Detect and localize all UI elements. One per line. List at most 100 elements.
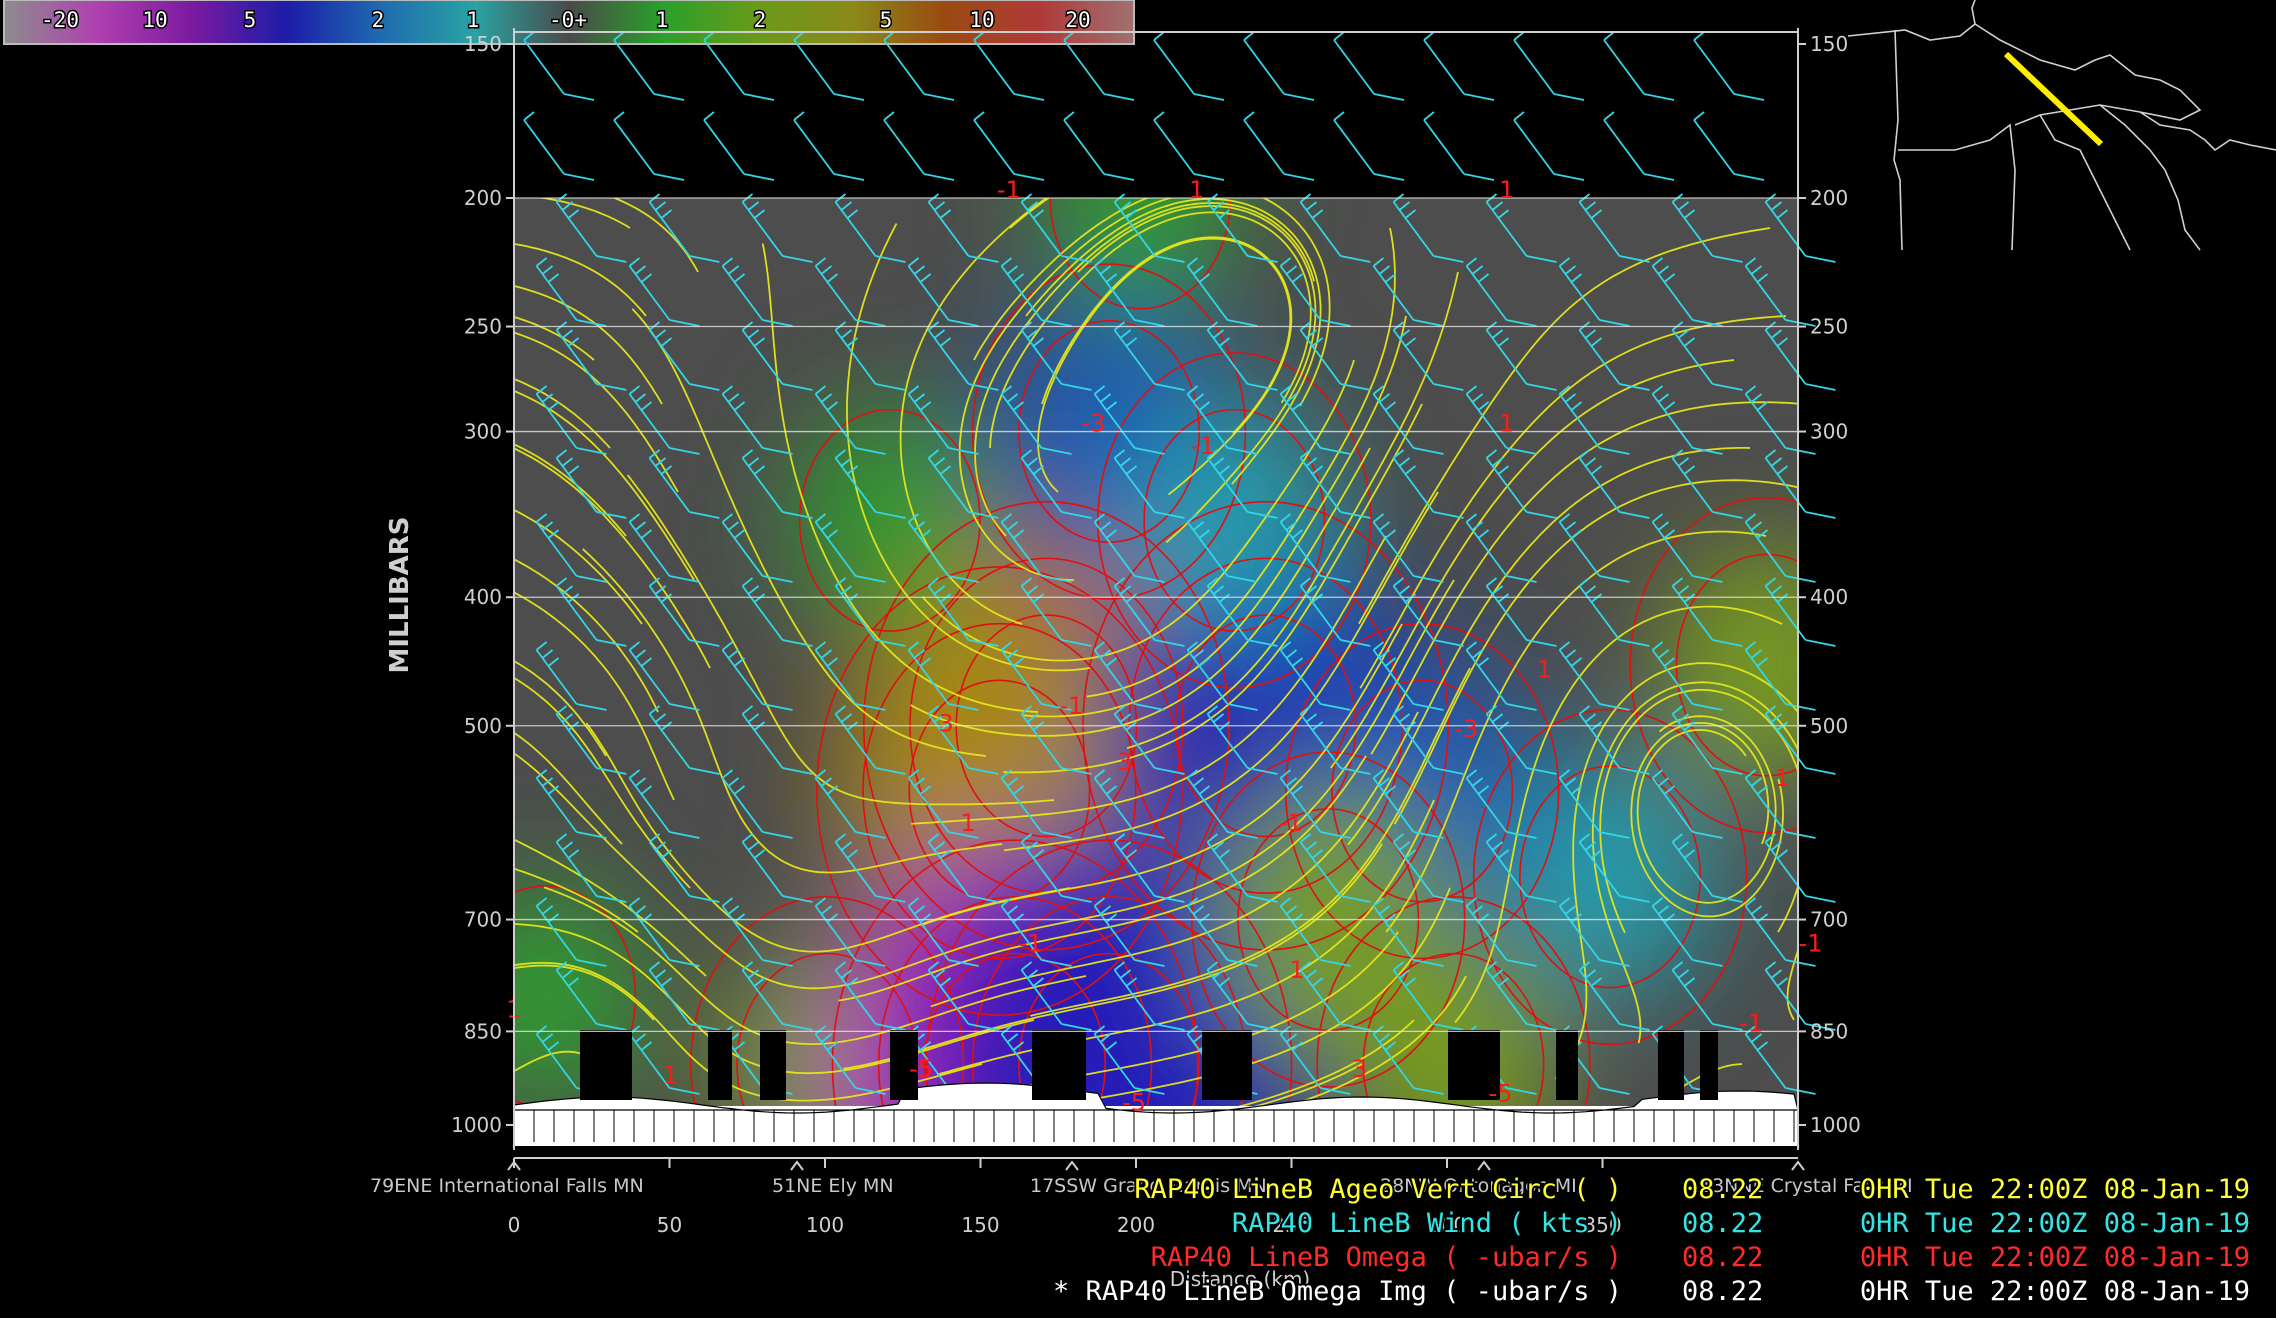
wind-barb [523,111,595,181]
omega-color-bar: -20 10 5 2 1 -0+ 1 2 5 10 20 [3,0,1135,45]
omega-contour-label: -5 [909,1055,933,1083]
omega-contour-label: -1 [997,176,1021,204]
map-lake-huron-shore [2139,111,2276,152]
legend-entry-value: 08.22 [1682,1276,1763,1307]
omega-contour-label: 1 [1189,176,1204,204]
omega-blob [1663,542,1798,788]
omega-contour-label: 3 [1117,748,1132,776]
omega-contour-label: -5 [1122,1088,1146,1116]
legend-entry-name: * RAP40 LineB Omega Img ( -ubar/s ) [1053,1276,1622,1307]
x-tick-label: 150 [961,1213,999,1237]
color-bar-label: 5 [880,8,893,32]
x-tick-label: 200 [1117,1213,1155,1237]
wind-barb [973,111,1045,181]
legend-entry-time: 0HR Tue 22:00Z 08-Jan-19 [1860,1276,2250,1307]
y-axis-title: MILLIBARS [385,516,415,673]
wind-barb [613,111,685,181]
wind-barb [1333,111,1405,181]
color-bar-label: 20 [1065,8,1090,32]
omega-contour-label: -1 [1799,930,1823,958]
y-tick-label-right: 1000 [1810,1113,1861,1137]
legend-entry-name: RAP40 LineB Ageo Vert Circ ( ) [1134,1174,1622,1205]
legend-entry-value: 08.22 [1682,1242,1763,1273]
omega-contour-label: 1 [1499,176,1514,204]
omega-contour-label: -1 [1191,432,1215,460]
color-bar-label: 5 [244,8,257,32]
wind-barb [1153,31,1225,101]
y-tick-label: 200 [464,186,502,210]
y-tick-label-right: 500 [1810,714,1848,738]
color-bar-label: 1 [656,8,669,32]
wind-barb [1423,111,1495,181]
terrain-block [1700,1030,1718,1100]
terrain-block [580,1030,632,1100]
wind-barb [1333,31,1405,101]
x-tick-label: 50 [657,1213,682,1237]
map-lake-michigan-shore [2039,114,2131,251]
y-tick-label: 1000 [451,1113,502,1137]
omega-contour-label: 1 [663,1061,678,1089]
wind-barb [1063,111,1135,181]
y-tick-label-right: 250 [1810,315,1848,339]
legend: RAP40 LineB Ageo Vert Circ ( ) 08.22 0HR T… [1051,1172,2252,1309]
wind-barb [1513,111,1585,181]
omega-contour-label: -1 [1019,930,1043,958]
omega-contour-label: 1 [1289,956,1304,984]
y-tick-label-right: 400 [1810,585,1848,609]
legend-entry-time: 0HR Tue 22:00Z 08-Jan-19 [1860,1208,2250,1239]
wind-barb [1423,31,1495,101]
omega-contour-label: 1 [1775,764,1790,792]
inset-map [1847,0,2276,251]
legend-entry-value: 08.22 [1682,1174,1763,1205]
omega-contour-label: -1 [1739,1009,1763,1037]
terrain-block [1658,1030,1684,1100]
omega-contour-label: 1 [1537,656,1552,684]
wind-barb [1513,31,1585,101]
color-bar-label: 10 [969,8,994,32]
location-label: 79ENE International Falls MN [370,1175,644,1197]
omega-contour-label: -5 [1489,1079,1513,1107]
x-tick-label: 100 [806,1213,844,1237]
omega-contour-label: -3 [1081,410,1105,438]
map-boundary-west [1847,0,1976,41]
omega-contour-label: -3 [1454,715,1478,743]
omega-contour-label: -1 [1279,809,1303,837]
legend-entry-time: 0HR Tue 22:00Z 08-Jan-19 [1860,1174,2250,1205]
y-tick-label: 250 [464,315,502,339]
legend-entry-time: 0HR Tue 22:00Z 08-Jan-19 [1860,1242,2250,1273]
wind-barb [1603,111,1675,181]
wind-barb [1153,111,1225,181]
color-bar-label: 10 [142,8,167,32]
y-tick-label: 850 [464,1019,502,1043]
color-bar-label: -20 [41,8,79,32]
wind-barb [883,111,955,181]
y-tick-label: 400 [464,585,502,609]
wind-barb [703,111,775,181]
color-bar-label: 1 [467,8,480,32]
map-state-line-wi [1898,123,2016,251]
legend-entry-name: RAP40 LineB Omega ( -ubar/s ) [1151,1242,1622,1273]
y-tick-label-right: 700 [1810,908,1848,932]
map-state-line-mn [1893,29,1903,251]
map-lake-superior-shore [1974,23,2202,126]
location-label: 51NE Ely MN [772,1175,894,1197]
color-bar-label: -0+ [549,8,587,32]
location-marker [1477,1160,1491,1171]
y-tick-label-right: 200 [1810,186,1848,210]
y-tick-label: 150 [464,32,502,56]
y-tick-label-right: 850 [1810,1019,1848,1043]
omega-contour-label: 3 [939,709,954,737]
omega-contour-label: 1 [1499,410,1514,438]
terrain-block [1202,1030,1252,1100]
location-marker [790,1160,804,1171]
legend-entry-value: 08.22 [1682,1208,1763,1239]
color-bar-label: 2 [372,8,385,32]
color-bar-label: 2 [754,8,767,32]
location-marker [1791,1160,1805,1171]
y-tick-label: 500 [464,714,502,738]
y-tick-label: 700 [464,908,502,932]
terrain-block [708,1030,732,1100]
y-tick-label: 300 [464,420,502,444]
y-tick-label-right: 150 [1810,32,1848,56]
wind-barb [1693,31,1765,101]
